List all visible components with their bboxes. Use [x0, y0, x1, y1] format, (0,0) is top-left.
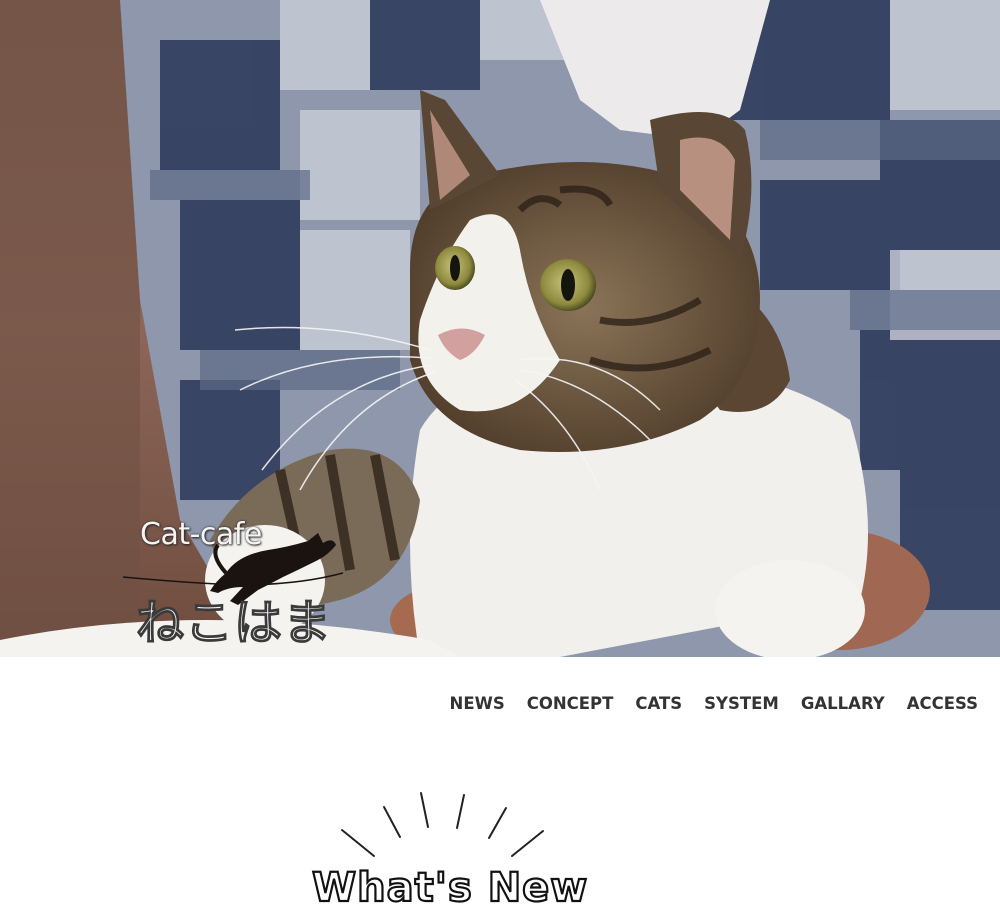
nav-item-access[interactable]: ACCESS: [907, 694, 978, 713]
logo-text-en: Cat-cafe: [140, 517, 262, 552]
nav-item-system[interactable]: SYSTEM: [704, 694, 779, 713]
nav-item-news[interactable]: NEWS: [450, 694, 505, 713]
news-title: What's New: [311, 864, 589, 912]
cafe-logo[interactable]: Cat-cafe ねこはま: [118, 515, 358, 652]
hero-banner: Cat-cafe ねこはま: [0, 0, 1000, 657]
logo-text-ja: ねこはま: [135, 594, 333, 651]
nav-item-concept[interactable]: CONCEPT: [527, 694, 614, 713]
nav-item-cats[interactable]: CATS: [635, 694, 682, 713]
news-section-heading: What's New: [300, 780, 600, 913]
nav-item-gallary[interactable]: GALLARY: [801, 694, 885, 713]
main-nav: NEWS CONCEPT CATS SYSTEM GALLARY ACCESS: [450, 690, 978, 716]
